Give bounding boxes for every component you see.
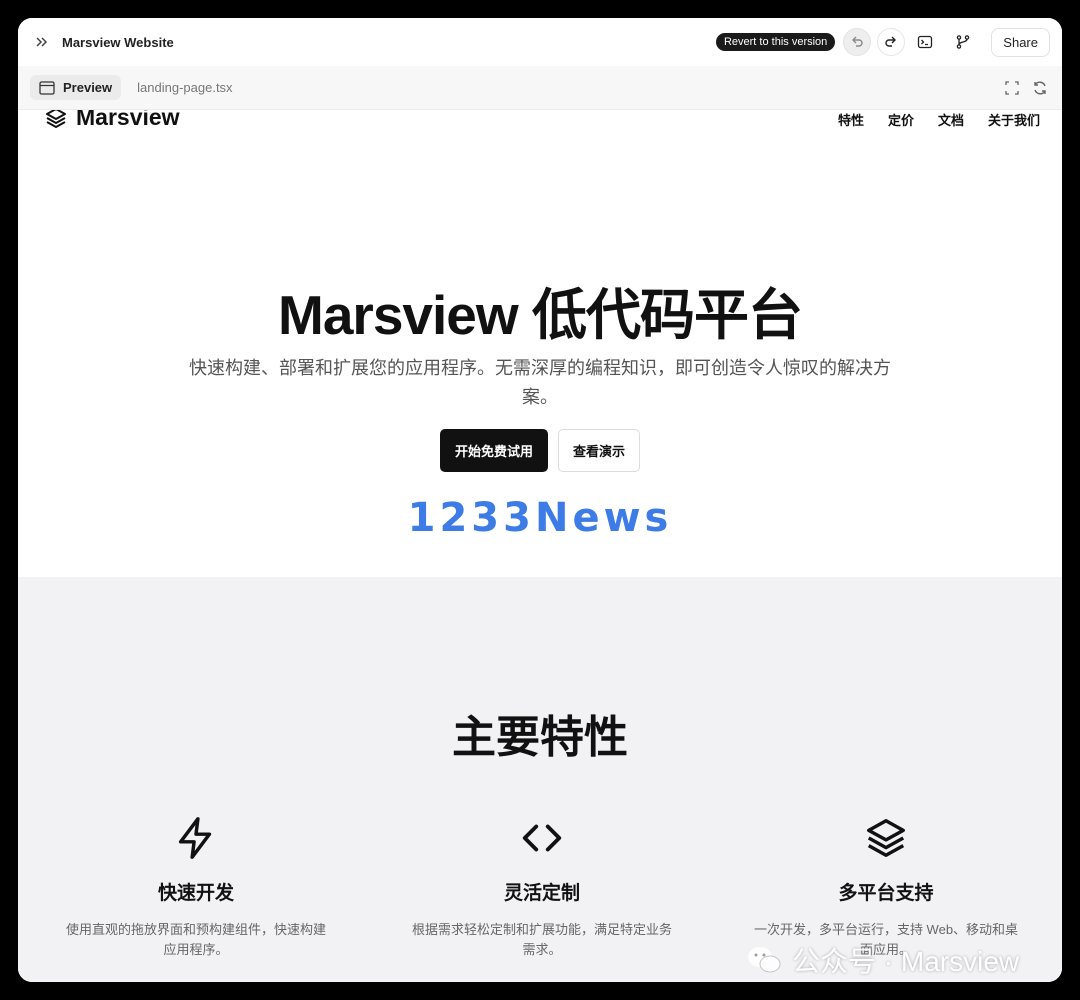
refresh-icon[interactable] bbox=[1030, 78, 1050, 98]
features-section: 主要特性 快速开发 使用直观的拖放界面和预构建组件，快速构建应用程序。 灵活定制… bbox=[18, 577, 1062, 982]
hero-title: Marsview 低代码平台 bbox=[278, 284, 803, 346]
feature-card: 多平台支持 一次开发，多平台运行，支持 Web、移动和桌面应用。 bbox=[736, 815, 1036, 960]
feature-description: 根据需求轻松定制和扩展功能，满足特定业务需求。 bbox=[411, 922, 672, 957]
window-icon bbox=[39, 80, 55, 95]
expand-sidebar-icon[interactable] bbox=[32, 32, 52, 52]
feature-name: 多平台支持 bbox=[838, 883, 934, 904]
revert-version-button[interactable]: Revert to this version bbox=[715, 33, 836, 51]
start-trial-button[interactable]: 开始免费试用 bbox=[439, 429, 548, 472]
wechat-watermark: 公众号 · Marsview bbox=[746, 940, 1019, 980]
feature-description: 使用直观的拖放界面和预构建组件，快速构建应用程序。 bbox=[65, 922, 326, 957]
nav-link-pricing[interactable]: 定价 bbox=[888, 110, 914, 129]
top-bar: Marsview Website Revert to this version … bbox=[18, 18, 1062, 66]
terminal-icon[interactable] bbox=[911, 28, 939, 56]
redo-icon[interactable] bbox=[877, 28, 906, 56]
project-title: Marsview Website bbox=[62, 34, 174, 50]
logo-text: Marsview bbox=[76, 110, 180, 130]
website-preview: Marsview 特性 定价 文档 关于我们 Marsview 低代码平台 快速… bbox=[18, 110, 1062, 982]
news-watermark: 1233News bbox=[407, 495, 673, 541]
undo-icon[interactable] bbox=[843, 28, 872, 56]
share-button[interactable]: Share bbox=[991, 27, 1050, 57]
tab-preview-label: Preview bbox=[63, 80, 113, 95]
wechat-icon bbox=[748, 947, 781, 973]
view-demo-button[interactable]: 查看演示 bbox=[558, 429, 641, 472]
code-icon bbox=[522, 824, 562, 852]
site-logo[interactable]: Marsview bbox=[44, 110, 180, 131]
feature-name: 灵活定制 bbox=[503, 883, 580, 904]
feature-name: 快速开发 bbox=[157, 883, 234, 904]
lightning-icon bbox=[178, 817, 212, 859]
nav-link-features[interactable]: 特性 bbox=[838, 110, 864, 129]
git-branch-icon[interactable] bbox=[949, 28, 977, 56]
preview-tab-bar: Preview landing-page.tsx bbox=[18, 66, 1062, 110]
nav-link-docs[interactable]: 文档 bbox=[938, 110, 964, 129]
feature-card: 快速开发 使用直观的拖放界面和预构建组件，快速构建应用程序。 bbox=[46, 815, 346, 960]
hero-section: Marsview 特性 定价 文档 关于我们 Marsview 低代码平台 快速… bbox=[18, 110, 1062, 577]
app-window: Marsview Website Revert to this version … bbox=[18, 18, 1062, 982]
watermark-text: 公众号 · Marsview bbox=[792, 946, 1020, 977]
nav-links: 特性 定价 文档 关于我们 bbox=[814, 110, 1040, 129]
fullscreen-icon[interactable] bbox=[1002, 78, 1022, 98]
tab-preview[interactable]: Preview bbox=[30, 75, 122, 100]
site-navbar: Marsview 特性 定价 文档 关于我们 bbox=[18, 110, 1062, 142]
layers-icon bbox=[867, 819, 905, 857]
hero-subtitle: 快速构建、部署和扩展您的应用程序。无需深厚的编程知识，即可创造令人惊叹的解决方案… bbox=[189, 358, 891, 407]
nav-link-about[interactable]: 关于我们 bbox=[988, 110, 1040, 129]
features-title: 主要特性 bbox=[452, 713, 628, 762]
hero-buttons: 开始免费试用 查看演示 bbox=[18, 429, 1062, 472]
tab-code-file[interactable]: landing-page.tsx bbox=[137, 80, 232, 95]
layers-logo-icon bbox=[46, 110, 66, 128]
feature-card: 灵活定制 根据需求轻松定制和扩展功能，满足特定业务需求。 bbox=[392, 815, 692, 960]
